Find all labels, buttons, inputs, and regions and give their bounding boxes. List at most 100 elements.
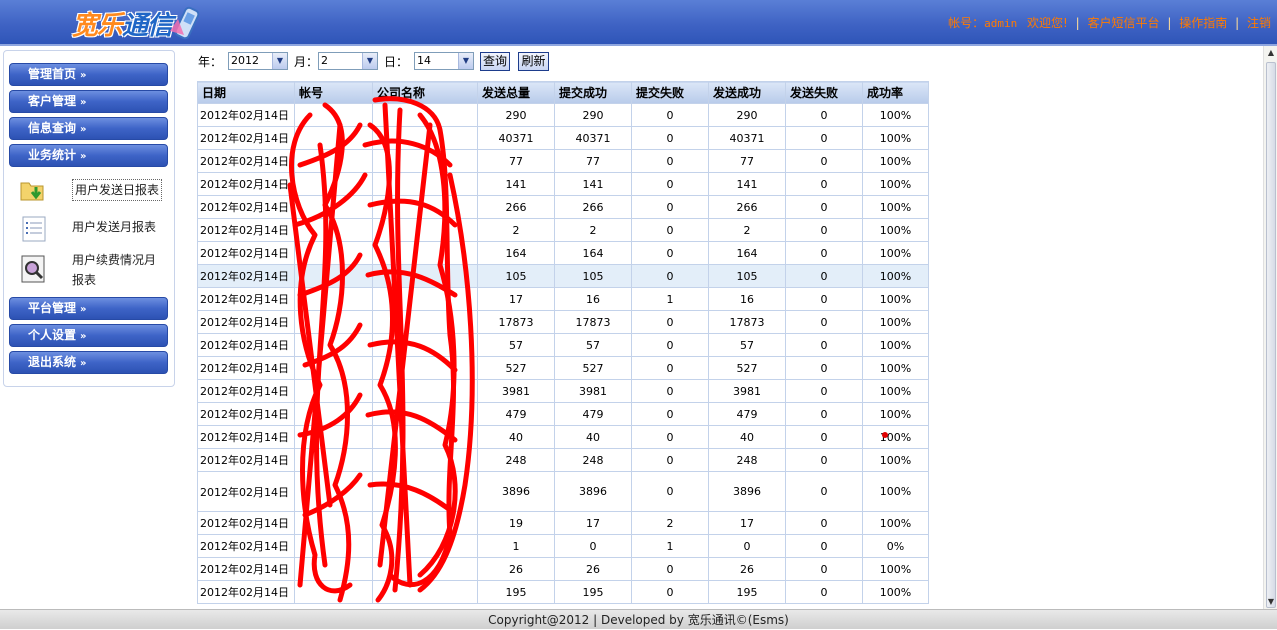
cell-success-rate: 100% (862, 356, 929, 380)
cell-total-sent: 57 (477, 333, 555, 357)
cell-total-sent: 3896 (477, 471, 555, 512)
cell-company (372, 103, 478, 127)
table-row[interactable]: 2012年02月14日 290 290 0 290 0 100% (197, 103, 929, 127)
cell-date: 2012年02月14日 (197, 511, 295, 535)
table-row[interactable]: 2012年02月14日 527 527 0 527 0 100% (197, 356, 929, 380)
list-icon (22, 216, 46, 242)
cell-submit-success: 527 (554, 356, 632, 380)
col-header-company[interactable]: 公司名称 (372, 81, 478, 104)
table-row[interactable]: 2012年02月14日 17873 17873 0 17873 0 100% (197, 310, 929, 334)
col-header-success-rate[interactable]: 成功率 (862, 81, 929, 104)
cell-company (372, 511, 478, 535)
cell-submit-success: 17873 (554, 310, 632, 334)
cell-submit-failed: 0 (631, 448, 709, 472)
table-row[interactable]: 2012年02月14日 141 141 0 141 0 100% (197, 172, 929, 196)
cell-submit-success: 0 (554, 534, 632, 558)
menu-customer-management[interactable]: 客户管理» (9, 90, 168, 113)
cell-submit-failed: 0 (631, 241, 709, 265)
submenu-user-daily-report[interactable]: 用户发送日报表 (18, 175, 168, 205)
table-row[interactable]: 2012年02月14日 266 266 0 266 0 100% (197, 195, 929, 219)
table-row[interactable]: 2012年02月14日 77 77 0 77 0 100% (197, 149, 929, 173)
cell-date: 2012年02月14日 (197, 287, 295, 311)
scrollbar-thumb[interactable] (1266, 62, 1276, 608)
scroll-down-icon[interactable]: ▼ (1265, 595, 1277, 609)
cell-submit-success: 141 (554, 172, 632, 196)
cell-success-rate: 100% (862, 264, 929, 288)
separator: | (1235, 16, 1240, 30)
cell-success-rate: 100% (862, 379, 929, 403)
search-button[interactable]: 查询 (480, 52, 510, 71)
col-header-submit-success[interactable]: 提交成功 (554, 81, 632, 104)
table-row[interactable]: 2012年02月14日 17 16 1 16 0 100% (197, 287, 929, 311)
cell-total-sent: 290 (477, 103, 555, 127)
cell-send-failed: 0 (785, 557, 863, 581)
cell-success-rate: 100% (862, 448, 929, 472)
table-row[interactable]: 2012年02月14日 3981 3981 0 3981 0 100% (197, 379, 929, 403)
col-header-date[interactable]: 日期 (197, 81, 295, 104)
table-row[interactable]: 2012年02月14日 105 105 0 105 0 100% (197, 264, 929, 288)
menu-info-query[interactable]: 信息查询» (9, 117, 168, 140)
cell-account (294, 425, 373, 449)
account-value: admin (984, 17, 1018, 30)
table-row[interactable]: 2012年02月14日 40 40 0 40 0 100% (197, 425, 929, 449)
year-select[interactable]: 2012 ▼ (228, 52, 288, 70)
day-select[interactable]: 14 ▼ (414, 52, 474, 70)
table-row[interactable]: 2012年02月14日 2 2 0 2 0 100% (197, 218, 929, 242)
table-row[interactable]: 2012年02月14日 26 26 0 26 0 100% (197, 557, 929, 581)
vertical-scrollbar[interactable]: ▲ ▼ (1263, 46, 1277, 609)
link-client-sms-platform[interactable]: 客户短信平台 (1088, 16, 1160, 30)
menu-admin-home[interactable]: 管理首页» (9, 63, 168, 86)
dropdown-arrow-icon: ▼ (458, 53, 473, 69)
col-header-submit-failed[interactable]: 提交失败 (631, 81, 709, 104)
col-header-send-success[interactable]: 发送成功 (708, 81, 786, 104)
cell-submit-success: 105 (554, 264, 632, 288)
col-header-send-failed[interactable]: 发送失败 (785, 81, 863, 104)
menu-exit-system[interactable]: 退出系统» (9, 351, 168, 374)
scroll-up-icon[interactable]: ▲ (1265, 46, 1277, 60)
day-label: 日： (384, 55, 409, 69)
cell-account (294, 402, 373, 426)
link-user-guide[interactable]: 操作指南 (1179, 16, 1227, 30)
cell-total-sent: 40 (477, 425, 555, 449)
menu-platform-management[interactable]: 平台管理» (9, 297, 168, 320)
cell-success-rate: 0% (862, 534, 929, 558)
table-row[interactable]: 2012年02月14日 1 0 1 0 0 0% (197, 534, 929, 558)
cell-date: 2012年02月14日 (197, 126, 295, 150)
col-header-total-sent[interactable]: 发送总量 (477, 81, 555, 104)
table-row[interactable]: 2012年02月14日 3896 3896 0 3896 0 100% (197, 471, 929, 512)
table-row[interactable]: 2012年02月14日 164 164 0 164 0 100% (197, 241, 929, 265)
table-row[interactable]: 2012年02月14日 57 57 0 57 0 100% (197, 333, 929, 357)
cell-total-sent: 195 (477, 580, 555, 604)
cell-send-failed: 0 (785, 511, 863, 535)
table-row[interactable]: 2012年02月14日 195 195 0 195 0 100% (197, 580, 929, 604)
cell-success-rate: 100% (862, 557, 929, 581)
submenu-label: 用户续费情况月 (72, 253, 157, 267)
chevron-down-icon: » (80, 304, 87, 315)
cell-submit-failed: 0 (631, 402, 709, 426)
submenu-user-renewal-report[interactable]: 用户续费情况月 报表 (18, 250, 168, 292)
cell-submit-success: 248 (554, 448, 632, 472)
link-logout[interactable]: 注销 (1247, 16, 1271, 30)
submenu-user-monthly-report[interactable]: 用户发送月报表 (18, 214, 168, 242)
month-select[interactable]: 2 ▼ (318, 52, 378, 70)
cell-account (294, 557, 373, 581)
cell-send-success: 16 (708, 287, 786, 311)
cell-send-failed: 0 (785, 241, 863, 265)
cell-success-rate: 100% (862, 241, 929, 265)
table-row[interactable]: 2012年02月14日 479 479 0 479 0 100% (197, 402, 929, 426)
cell-submit-failed: 0 (631, 356, 709, 380)
col-header-account[interactable]: 帐号 (294, 81, 373, 104)
table-row[interactable]: 2012年02月14日 248 248 0 248 0 100% (197, 448, 929, 472)
menu-business-stats[interactable]: 业务统计» (9, 144, 168, 167)
refresh-button[interactable]: 刷新 (518, 52, 549, 71)
cell-send-success: 0 (708, 534, 786, 558)
table-row[interactable]: 2012年02月14日 40371 40371 0 40371 0 100% (197, 126, 929, 150)
cell-date: 2012年02月14日 (197, 264, 295, 288)
cell-submit-success: 290 (554, 103, 632, 127)
cell-account (294, 218, 373, 242)
cell-send-success: 290 (708, 103, 786, 127)
cell-total-sent: 527 (477, 356, 555, 380)
cell-send-success: 3981 (708, 379, 786, 403)
table-row[interactable]: 2012年02月14日 19 17 2 17 0 100% (197, 511, 929, 535)
menu-personal-settings[interactable]: 个人设置» (9, 324, 168, 347)
